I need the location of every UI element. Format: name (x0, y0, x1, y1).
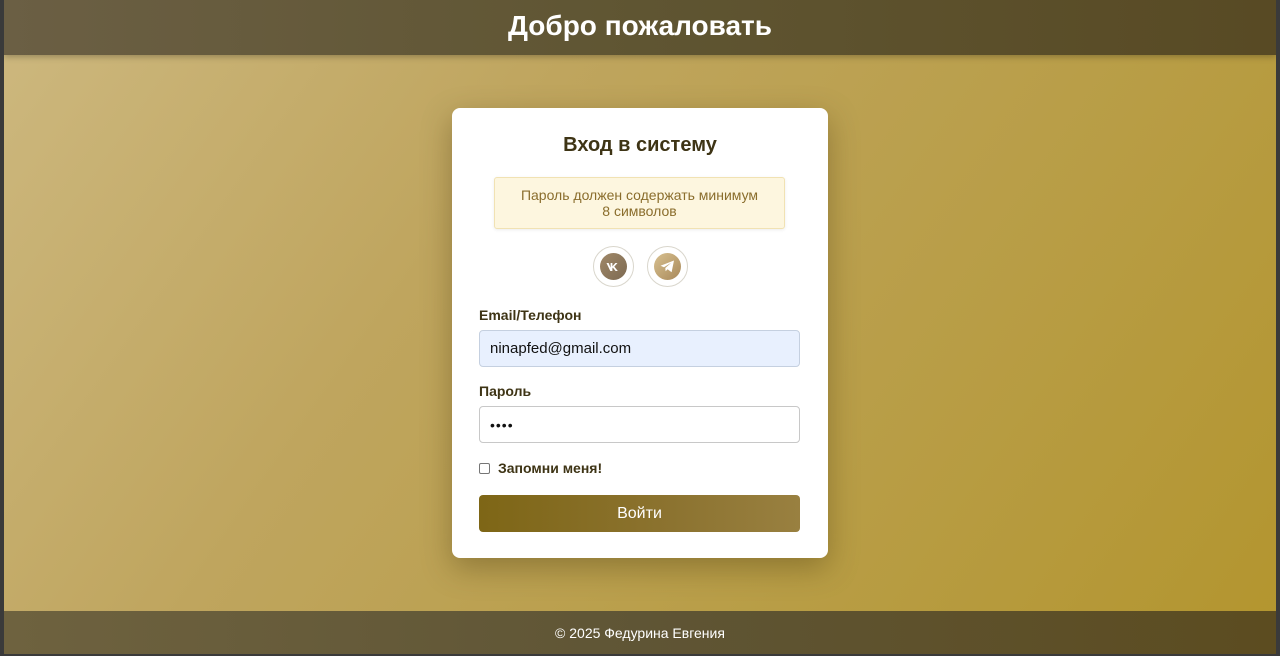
password-notice: Пароль должен содержать минимум 8 символ… (494, 177, 785, 229)
page-frame: Добро пожаловать Вход в систему Пароль д… (4, 0, 1276, 654)
remember-me-row[interactable]: Запомни меня! (479, 460, 602, 476)
page-title: Добро пожаловать (508, 10, 772, 41)
email-label: Email/Телефон (479, 307, 582, 323)
password-label: Пароль (479, 383, 532, 399)
vk-icon (599, 253, 627, 280)
remember-me-checkbox[interactable] (479, 462, 490, 474)
password-field[interactable]: •••• (479, 406, 800, 443)
vk-login-button[interactable] (592, 246, 634, 287)
login-title: Вход в систему (563, 134, 717, 156)
login-card: Вход в систему Пароль должен содержать м… (452, 108, 828, 558)
footer-copyright: © 2025 Федурина Евгения (555, 624, 725, 641)
remember-me-label[interactable]: Запомни меня! (498, 460, 602, 476)
telegram-login-button[interactable] (646, 246, 688, 287)
login-button[interactable]: Войти (479, 495, 800, 532)
page-footer: © 2025 Федурина Евгения (4, 611, 1276, 654)
social-login-group (452, 246, 828, 287)
page-header: Добро пожаловать (4, 0, 1276, 55)
telegram-icon (653, 253, 681, 280)
email-field[interactable]: ninapfed@gmail.com (479, 330, 800, 367)
